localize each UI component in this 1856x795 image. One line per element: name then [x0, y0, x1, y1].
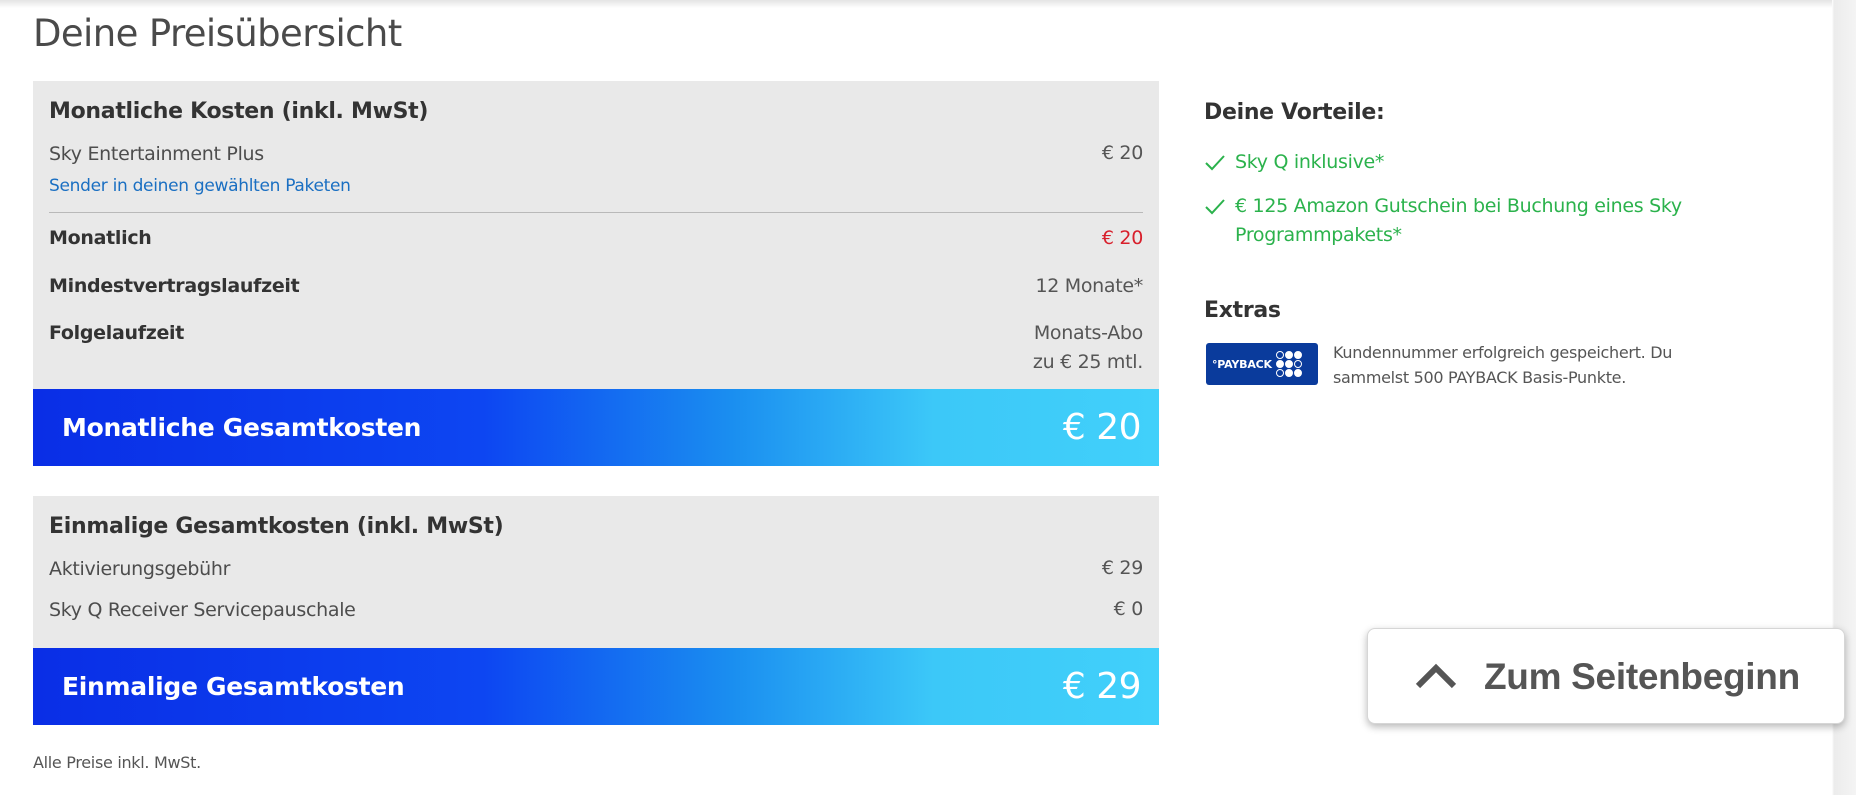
follow-term-value-line1: Monats-Abo [1033, 322, 1143, 344]
chevron-up-icon [1415, 663, 1457, 689]
activation-fee-label: Aktivierungsgebühr [49, 558, 231, 580]
top-shadow [0, 0, 1856, 8]
min-term-value: 12 Monate* [1035, 275, 1143, 297]
min-term-label: Mindestvertragslaufzeit [49, 275, 300, 297]
channels-link[interactable]: Sender in deinen gewählten Paketen [49, 176, 351, 196]
one-time-costs-heading: Einmalige Gesamtkosten (inkl. MwSt) [49, 514, 504, 539]
page-title: Deine Preisübersicht [33, 12, 402, 55]
check-icon [1205, 199, 1225, 215]
package-price: € 20 [1101, 142, 1143, 164]
payback-message: Kundennummer erfolgreich gespeichert. Du… [1333, 343, 1673, 387]
monthly-total-label: Monatliche Gesamtkosten [62, 413, 422, 442]
one-time-total-bar: Einmalige Gesamtkosten € 29 [33, 648, 1159, 725]
package-label: Sky Entertainment Plus [49, 143, 264, 165]
activation-fee-value: € 29 [1101, 557, 1143, 579]
payback-dots-icon [1275, 351, 1302, 377]
benefit-text: Sky Q inklusive* [1235, 151, 1385, 173]
follow-term-value: Monats-Abo zu € 25 mtl. [1033, 319, 1143, 377]
check-icon [1205, 155, 1225, 171]
one-time-total-value: € 29 [1062, 666, 1142, 707]
monthly-label: Monatlich [49, 227, 152, 249]
benefit-item: € 125 Amazon Gutschein bei Buchung eines… [1204, 192, 1724, 250]
price-footnote: Alle Preise inkl. MwSt. [33, 753, 201, 772]
scroll-to-top-button[interactable]: Zum Seitenbeginn [1367, 628, 1845, 724]
divider [49, 212, 1143, 213]
one-time-total-label: Einmalige Gesamtkosten [62, 672, 405, 701]
payback-logo: °PAYBACK [1206, 343, 1318, 385]
scroll-to-top-label: Zum Seitenbeginn [1484, 656, 1800, 697]
follow-term-label: Folgelaufzeit [49, 322, 185, 344]
monthly-costs-box: Monatliche Kosten (inkl. MwSt) Sky Enter… [33, 81, 1159, 389]
receiver-fee-label: Sky Q Receiver Servicepauschale [49, 599, 356, 621]
monthly-total-bar: Monatliche Gesamtkosten € 20 [33, 389, 1159, 466]
benefits-heading: Deine Vorteile: [1204, 100, 1385, 125]
benefit-item: Sky Q inklusive* [1204, 148, 1724, 177]
receiver-fee-value: € 0 [1113, 598, 1144, 620]
payback-logo-text: °PAYBACK [1212, 357, 1272, 371]
monthly-costs-heading: Monatliche Kosten (inkl. MwSt) [49, 99, 429, 124]
benefit-text: € 125 Amazon Gutschein bei Buchung eines… [1235, 195, 1682, 246]
extras-heading: Extras [1204, 298, 1281, 323]
one-time-costs-box: Einmalige Gesamtkosten (inkl. MwSt) Akti… [33, 496, 1159, 649]
follow-term-value-line2: zu € 25 mtl. [1032, 351, 1143, 373]
monthly-total-value: € 20 [1062, 407, 1142, 448]
monthly-price: € 20 [1101, 227, 1143, 249]
